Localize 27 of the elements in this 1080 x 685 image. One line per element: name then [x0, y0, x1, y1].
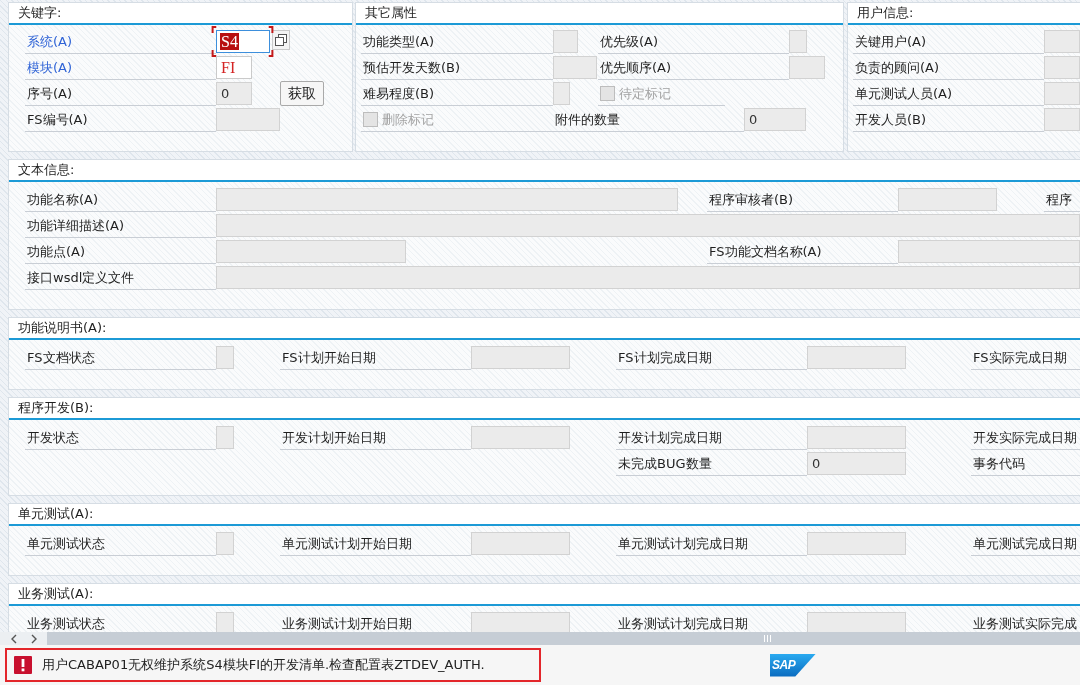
- fetch-button[interactable]: 获取: [280, 81, 324, 106]
- checkbox-label: 删除标记: [382, 110, 434, 129]
- brand-logo: SAP: [770, 653, 816, 677]
- section-title: 文本信息:: [9, 160, 1080, 182]
- error-icon: [14, 656, 32, 674]
- checkbox-label: 待定标记: [619, 84, 671, 103]
- field-label: 事务代码: [971, 452, 1080, 476]
- section-title: 程序开发(B):: [9, 398, 1080, 420]
- grip-icon: [764, 635, 771, 642]
- input-field[interactable]: S4: [216, 30, 270, 53]
- section-title: 业务测试(A):: [9, 584, 1080, 606]
- chevron-right-icon[interactable]: [30, 633, 38, 644]
- input-field[interactable]: FI: [216, 56, 252, 79]
- group-title: 关键字:: [9, 3, 352, 25]
- chevron-left-icon[interactable]: [10, 633, 18, 644]
- section-title: 单元测试(A):: [9, 504, 1080, 526]
- field-label: 单元测试完成日期: [971, 532, 1080, 556]
- value-help-button[interactable]: [272, 30, 290, 50]
- field-label: 程序: [1044, 188, 1080, 212]
- field-label: 开发实际完成日期: [971, 426, 1080, 450]
- group-title: 用户信息:: [848, 3, 1080, 25]
- section-title: 功能说明书(A):: [9, 318, 1080, 340]
- status-message: 用户CABAP01无权维护系统S4模块FI的开发清单.检查配置表ZTDEV_AUTH.: [42, 656, 485, 674]
- field-label: FS实际完成日期: [971, 346, 1080, 370]
- group-title: 其它属性: [356, 3, 843, 25]
- overlapping-squares-icon: [275, 34, 287, 46]
- scrollbar-thumb[interactable]: [47, 632, 1080, 645]
